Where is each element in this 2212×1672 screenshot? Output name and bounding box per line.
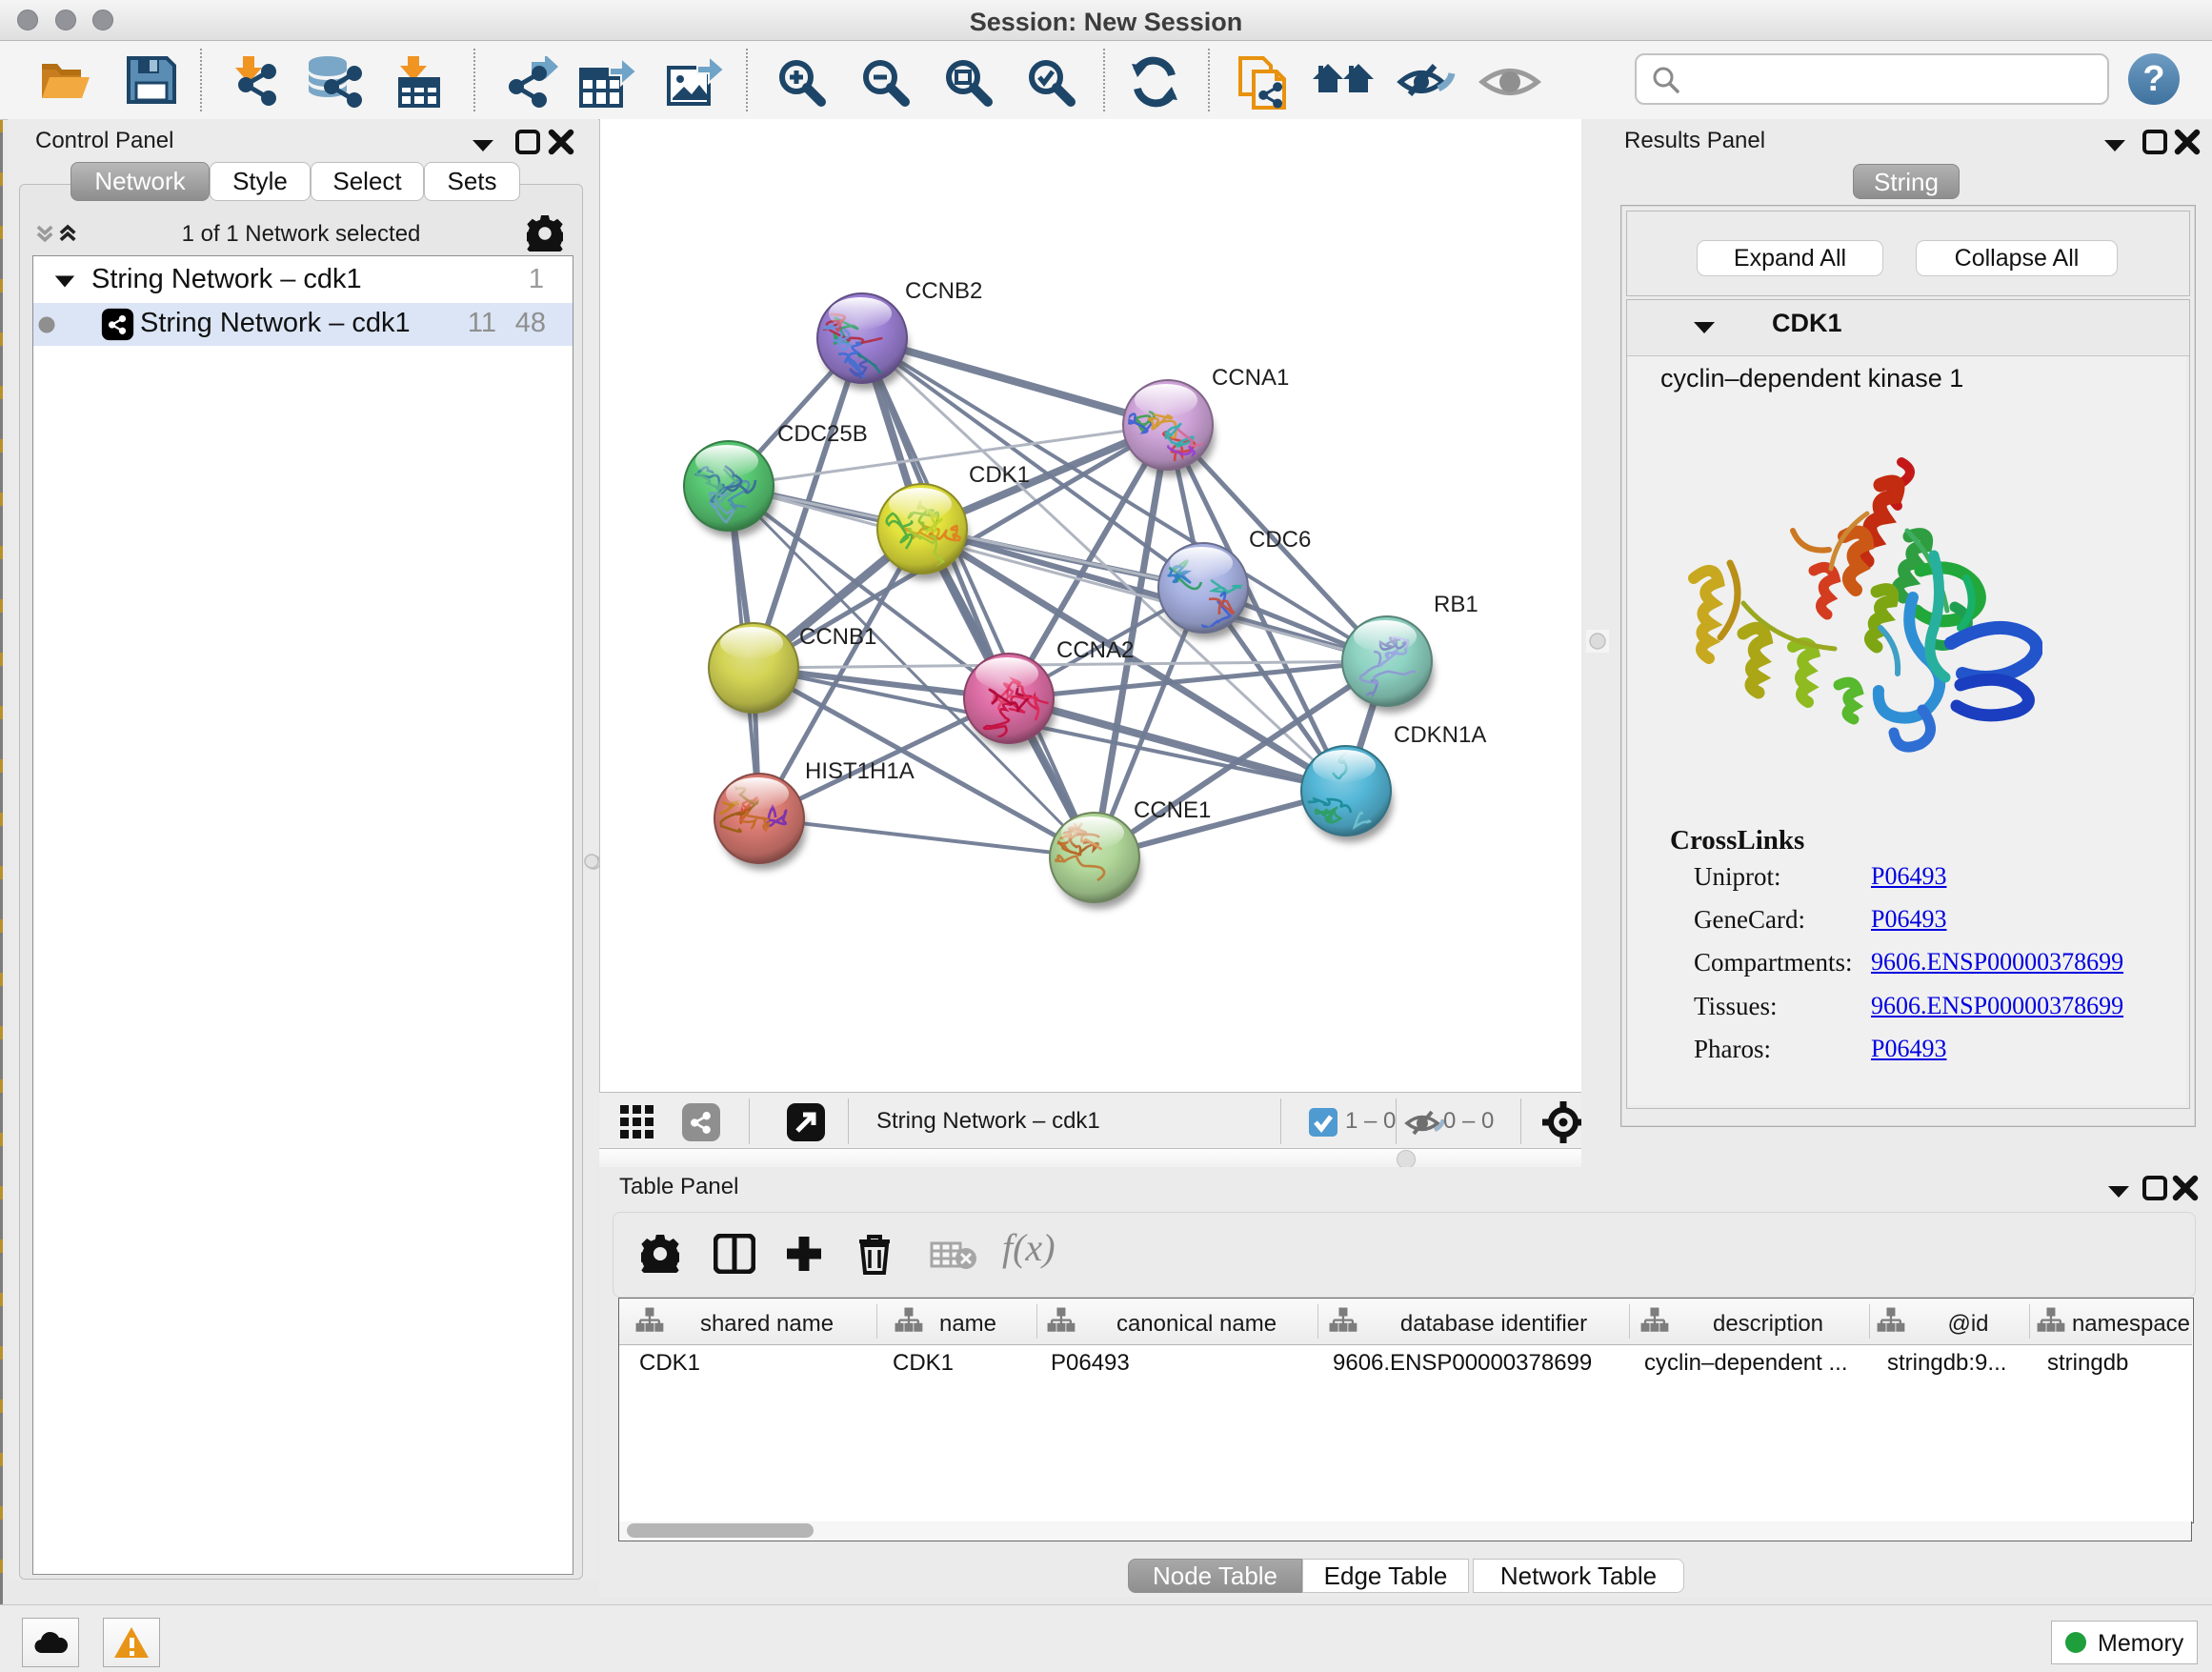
svg-text:@id: @id	[1947, 1311, 1988, 1337]
svg-text:description: description	[1713, 1311, 1823, 1337]
svg-text:CDKN1A: CDKN1A	[1394, 722, 1486, 748]
svg-text:CDC25B: CDC25B	[777, 421, 868, 447]
svg-text:CCNE1: CCNE1	[1134, 797, 1211, 823]
svg-text:database identifier: database identifier	[1400, 1311, 1587, 1337]
svg-text:namespace: namespace	[2072, 1311, 2190, 1337]
svg-text:CCNA1: CCNA1	[1212, 365, 1289, 391]
svg-text:shared name: shared name	[700, 1311, 834, 1337]
svg-text:CCNB2: CCNB2	[905, 278, 982, 304]
svg-text:CDK1: CDK1	[969, 462, 1030, 488]
svg-text:RB1: RB1	[1434, 592, 1478, 617]
svg-text:CCNB1: CCNB1	[799, 624, 876, 650]
svg-text:canonical name: canonical name	[1116, 1311, 1277, 1337]
svg-text:CDC6: CDC6	[1249, 527, 1311, 553]
svg-text:CCNA2: CCNA2	[1056, 637, 1134, 663]
svg-text:HIST1H1A: HIST1H1A	[805, 758, 915, 784]
svg-text:name: name	[939, 1311, 996, 1337]
